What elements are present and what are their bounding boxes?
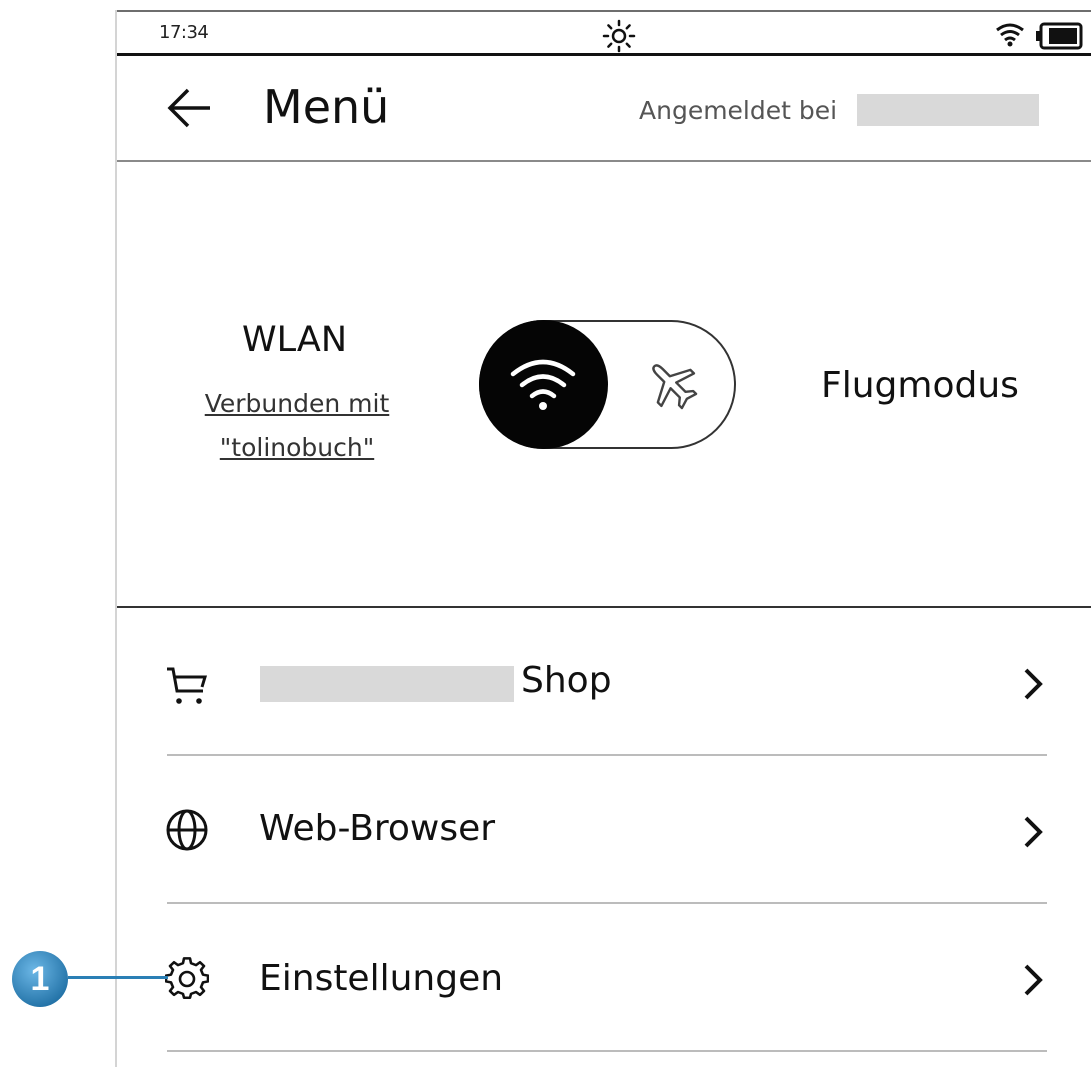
airplane-icon <box>652 364 698 410</box>
chevron-right-icon <box>1024 816 1043 848</box>
callout-leader-line <box>68 976 168 979</box>
menu-item-label: Einstellungen <box>259 958 504 999</box>
wlan-status-line: Verbunden mit <box>204 389 390 418</box>
callout-number: 1 <box>30 960 50 998</box>
chevron-right-icon <box>1024 964 1043 996</box>
wlan-flightmode-toggle[interactable] <box>479 320 736 449</box>
status-time: 17:34 <box>159 22 209 43</box>
cart-icon <box>167 667 208 704</box>
wlan-status-link[interactable]: Verbunden mit "tolinobuch" <box>202 382 392 470</box>
menu-item-settings[interactable]: Einstellungen <box>117 904 1091 1052</box>
menu-divider <box>167 1050 1047 1052</box>
chevron-right-icon <box>1024 668 1043 700</box>
menu-item-label: Shop <box>521 660 612 701</box>
wifi-icon <box>510 359 576 410</box>
menu-item-label: Web-Browser <box>259 808 496 849</box>
wlan-title: WLAN <box>242 320 348 360</box>
globe-icon <box>166 809 208 851</box>
toggle-knob <box>479 320 608 449</box>
page-title: Menü <box>263 80 390 134</box>
flight-mode-label: Flugmodus <box>821 365 1019 406</box>
battery-icon <box>1036 22 1083 50</box>
menu-item-web-browser[interactable]: Web-Browser <box>117 756 1091 904</box>
login-label: Angemeldet bei <box>639 96 838 125</box>
ereader-screen: 17:34 Menü Angemeldet bei WLAN Verbunden… <box>115 10 1091 1067</box>
wifi-icon <box>996 23 1024 47</box>
arrow-left-icon[interactable] <box>164 86 214 130</box>
redacted-shop-name <box>260 666 514 702</box>
gear-icon <box>165 957 209 999</box>
redacted-account-name <box>857 94 1039 126</box>
status-bar: 17:34 <box>117 12 1091 53</box>
wlan-network-name: "tolinobuch" <box>219 433 375 462</box>
menu-item-shop[interactable]: Shop <box>117 608 1091 756</box>
sun-icon[interactable] <box>602 19 636 53</box>
header-divider <box>117 160 1091 162</box>
header: Menü Angemeldet bei <box>117 56 1091 160</box>
